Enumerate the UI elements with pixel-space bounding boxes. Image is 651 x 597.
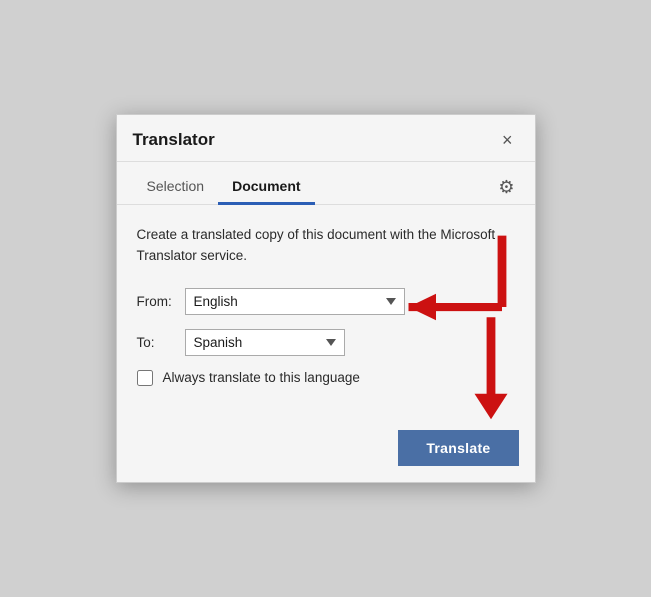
dialog-body: Create a translated copy of this documen… [117,205,535,430]
settings-button[interactable]: ⚙ [494,173,518,202]
from-label: From: [137,294,175,309]
tabs-row: Selection Document ⚙ [117,162,535,205]
to-select[interactable]: Spanish French German English Chinese Ja… [185,329,345,356]
dialog-footer: Translate [117,430,535,482]
from-select[interactable]: English Auto Detect French German Spanis… [185,288,405,315]
checkbox-row: Always translate to this language [137,370,515,386]
translate-button[interactable]: Translate [398,430,518,466]
from-row: From: English Auto Detect French German … [137,288,515,315]
close-button[interactable]: × [496,129,519,151]
dialog-titlebar: Translator × [117,115,535,162]
tab-selection[interactable]: Selection [133,170,219,205]
translator-dialog: Translator × Selection Document ⚙ Create… [116,114,536,483]
tabs-container: Selection Document [133,170,315,204]
tab-document[interactable]: Document [218,170,314,205]
always-translate-checkbox[interactable] [137,370,153,386]
description-text: Create a translated copy of this documen… [137,225,515,266]
to-label: To: [137,335,175,350]
dialog-title: Translator [133,130,215,150]
to-row: To: Spanish French German English Chines… [137,329,515,356]
checkbox-label: Always translate to this language [163,370,360,385]
